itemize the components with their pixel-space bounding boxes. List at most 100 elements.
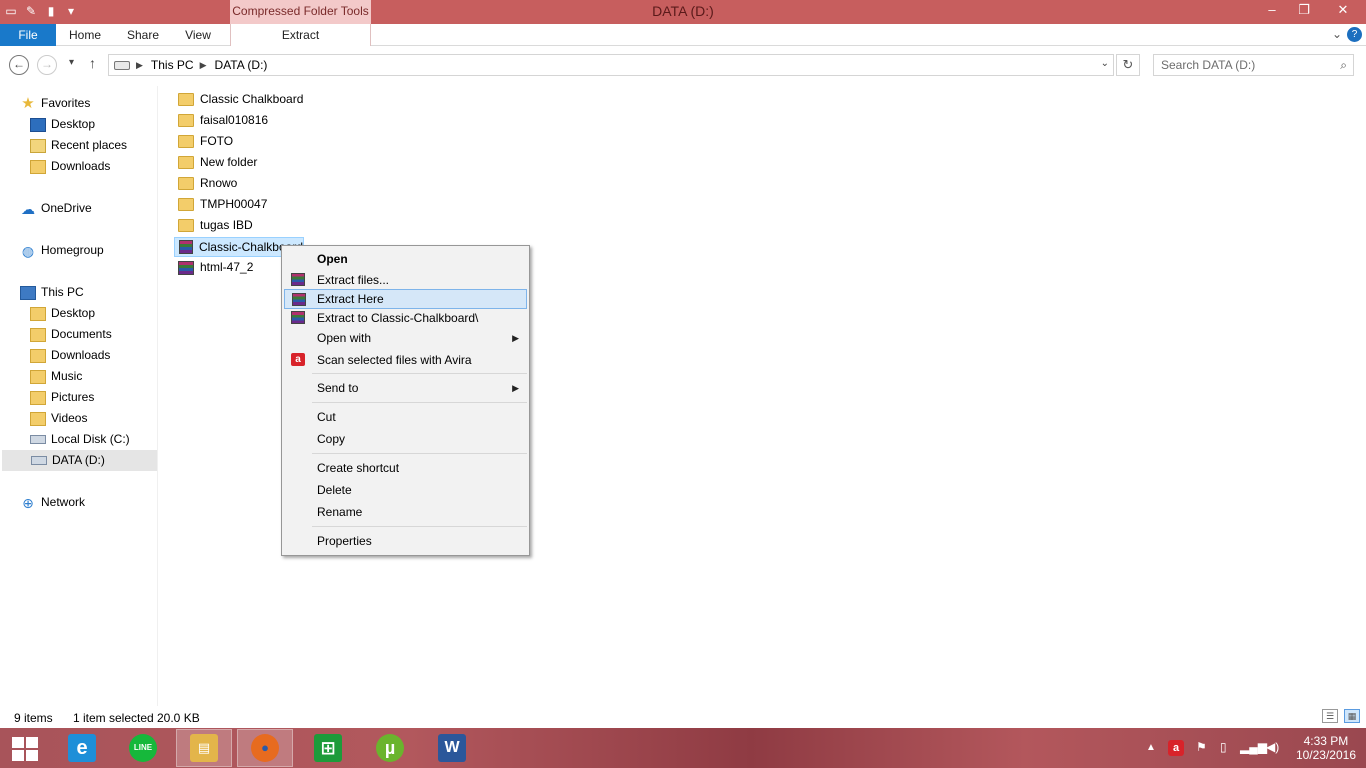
recent-locations-icon[interactable]: ▾ bbox=[69, 57, 74, 68]
refresh-button[interactable]: ↻ bbox=[1116, 54, 1140, 76]
nav-onedrive[interactable]: ☁ OneDrive bbox=[20, 198, 92, 219]
nav-pc-local-disk-c[interactable]: Local Disk (C:) bbox=[30, 429, 130, 450]
menu-item-delete[interactable]: Delete bbox=[284, 480, 527, 500]
nav-pc-videos[interactable]: Videos bbox=[30, 408, 87, 429]
folder-icon bbox=[178, 219, 194, 232]
menu-item-copy[interactable]: Copy bbox=[284, 429, 527, 449]
tab-extract[interactable]: Extract bbox=[230, 24, 371, 46]
nav-recent-places[interactable]: Recent places bbox=[30, 135, 127, 156]
tab-file[interactable]: File bbox=[0, 24, 56, 46]
computer-icon bbox=[20, 285, 36, 300]
menu-item-extract-to[interactable]: Extract to Classic-Chalkboard\ bbox=[284, 308, 527, 328]
list-item[interactable]: html-47_2 bbox=[174, 257, 253, 278]
list-item[interactable]: tugas IBD bbox=[174, 215, 253, 236]
chevron-down-icon[interactable]: ⌄ bbox=[1101, 58, 1109, 69]
list-item[interactable]: New folder bbox=[174, 152, 257, 173]
help-icon[interactable]: ? bbox=[1347, 27, 1362, 42]
nav-network[interactable]: ⊕ Network bbox=[20, 492, 85, 513]
forward-button[interactable]: → bbox=[37, 55, 57, 75]
windows-logo-pane bbox=[12, 750, 24, 761]
chevron-right-icon[interactable]: ▶ bbox=[136, 60, 143, 71]
menu-item-extract-here[interactable]: Extract Here bbox=[284, 289, 527, 309]
list-item[interactable]: FOTO bbox=[174, 131, 233, 152]
start-button[interactable] bbox=[12, 737, 38, 761]
menu-separator bbox=[312, 373, 527, 374]
videos-folder-icon bbox=[30, 411, 46, 426]
nav-pc-music[interactable]: Music bbox=[30, 366, 82, 387]
properties-icon[interactable]: ✎ bbox=[24, 3, 38, 19]
desktop-folder-icon bbox=[30, 306, 46, 321]
network-signal-icon[interactable]: ▂▄▆ bbox=[1240, 740, 1267, 754]
chevron-right-icon[interactable]: ▶ bbox=[200, 60, 207, 71]
breadcrumb-this-pc[interactable]: This PC bbox=[151, 58, 194, 72]
taskbar-firefox[interactable]: ● bbox=[237, 729, 293, 767]
close-button[interactable]: ✕ bbox=[1320, 0, 1366, 22]
battery-icon[interactable]: ▯ bbox=[1220, 740, 1227, 754]
search-input[interactable]: Search DATA (D:) ⌕ bbox=[1153, 54, 1354, 76]
nav-homegroup[interactable]: ◍ Homegroup bbox=[20, 240, 104, 261]
nav-pc-pictures[interactable]: Pictures bbox=[30, 387, 94, 408]
winrar-archive-icon bbox=[178, 260, 194, 275]
new-folder-icon[interactable]: ▮ bbox=[44, 3, 58, 19]
taskbar-store[interactable]: ⊞ bbox=[300, 729, 356, 767]
details-view-icon[interactable]: ☰ bbox=[1322, 709, 1338, 723]
nav-pc-documents[interactable]: Documents bbox=[30, 324, 112, 345]
drive-icon bbox=[31, 456, 47, 465]
tab-view[interactable]: View bbox=[176, 24, 220, 46]
menu-item-send-to[interactable]: Send to ▶ bbox=[284, 378, 527, 398]
selection-count: 1 item selected bbox=[73, 711, 154, 725]
windows-logo-icon bbox=[12, 737, 24, 748]
clock-time: 4:33 PM bbox=[1303, 734, 1349, 748]
menu-item-scan-avira[interactable]: a Scan selected files with Avira bbox=[284, 350, 527, 370]
address-bar[interactable]: ▶ This PC ▶ DATA (D:) ⌄ bbox=[108, 54, 1114, 76]
clock[interactable]: 4:33 PM 10/23/2016 bbox=[1296, 734, 1356, 762]
internet-explorer-icon: e bbox=[68, 734, 96, 762]
customize-qat-icon[interactable]: ▾ bbox=[64, 3, 78, 19]
expand-ribbon-icon[interactable]: ⌄ bbox=[1332, 27, 1342, 41]
ribbon-tabs: File Home Share View Extract ⌄ ? bbox=[0, 24, 1366, 46]
breadcrumb-data-d[interactable]: DATA (D:) bbox=[215, 58, 268, 72]
menu-item-cut[interactable]: Cut bbox=[284, 407, 527, 427]
list-item[interactable]: Classic Chalkboard bbox=[174, 89, 303, 110]
nav-favorites[interactable]: ★ Favorites bbox=[20, 93, 90, 114]
show-hidden-icons[interactable]: ▲ bbox=[1146, 742, 1156, 753]
list-item[interactable]: faisal010816 bbox=[174, 110, 268, 131]
music-folder-icon bbox=[30, 369, 46, 384]
taskbar-line[interactable]: LINE bbox=[115, 729, 171, 767]
menu-item-rename[interactable]: Rename bbox=[284, 502, 527, 522]
nav-pc-data-d[interactable]: DATA (D:) bbox=[2, 450, 157, 471]
list-item[interactable]: TMPH00047 bbox=[174, 194, 267, 215]
nav-favorites-downloads[interactable]: Downloads bbox=[30, 156, 110, 177]
back-button[interactable]: ← bbox=[9, 55, 29, 75]
maximize-button[interactable]: ❐ bbox=[1288, 0, 1320, 22]
taskbar-internet-explorer[interactable]: e bbox=[54, 729, 110, 767]
navigation-pane: ★ Favorites Desktop Recent places Downloa… bbox=[0, 86, 158, 706]
flag-icon[interactable]: ⚑ bbox=[1196, 740, 1207, 754]
nav-this-pc[interactable]: This PC bbox=[20, 282, 84, 303]
nav-pc-downloads[interactable]: Downloads bbox=[30, 345, 110, 366]
downloads-folder-icon bbox=[30, 348, 46, 363]
taskbar-utorrent[interactable]: µ bbox=[362, 729, 418, 767]
tab-home[interactable]: Home bbox=[60, 24, 110, 46]
taskbar-file-explorer[interactable]: ▤ bbox=[176, 729, 232, 767]
search-icon: ⌕ bbox=[1340, 58, 1347, 72]
volume-icon[interactable]: ◀) bbox=[1266, 740, 1279, 754]
taskbar-word[interactable]: W bbox=[424, 729, 480, 767]
drive-icon[interactable]: ▭ bbox=[4, 3, 18, 19]
nav-favorites-desktop[interactable]: Desktop bbox=[30, 114, 95, 135]
menu-item-open-with[interactable]: Open with ▶ bbox=[284, 328, 527, 348]
nav-pc-desktop[interactable]: Desktop bbox=[30, 303, 95, 324]
menu-item-create-shortcut[interactable]: Create shortcut bbox=[284, 458, 527, 478]
menu-item-properties[interactable]: Properties bbox=[284, 531, 527, 551]
list-item[interactable]: Rnowo bbox=[174, 173, 237, 194]
large-icons-view-icon[interactable]: ▦ bbox=[1344, 709, 1360, 723]
tab-share[interactable]: Share bbox=[118, 24, 168, 46]
menu-item-open[interactable]: Open bbox=[284, 249, 527, 269]
clock-date: 10/23/2016 bbox=[1295, 748, 1356, 762]
minimize-button[interactable]: – bbox=[1256, 0, 1288, 22]
menu-item-extract-files[interactable]: Extract files... bbox=[284, 270, 527, 290]
up-button[interactable]: ↑ bbox=[89, 55, 96, 71]
avira-tray-icon[interactable]: a bbox=[1168, 740, 1184, 756]
file-explorer-icon: ▤ bbox=[190, 734, 218, 762]
item-count: 9 items bbox=[14, 711, 53, 725]
